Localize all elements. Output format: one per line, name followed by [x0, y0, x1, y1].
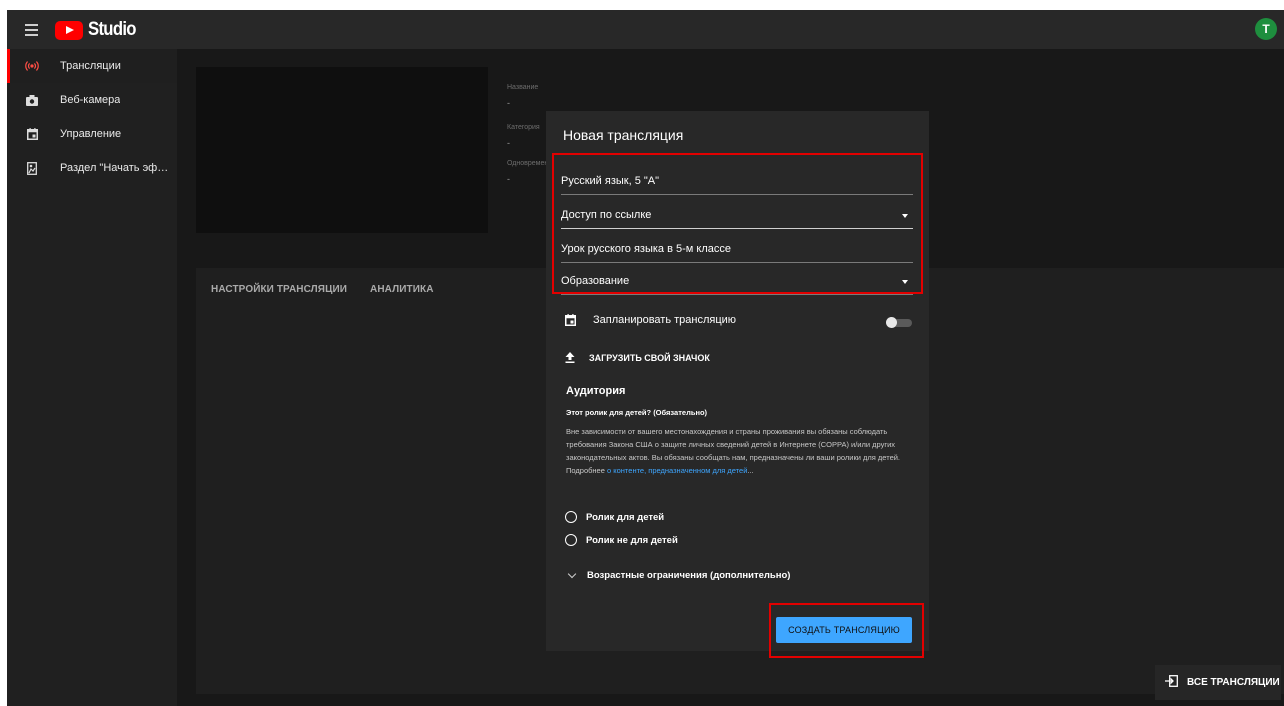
audience-title: Аудитория — [566, 385, 626, 397]
upload-icon — [565, 352, 575, 363]
title-label: Название — [507, 84, 539, 91]
all-streams-label: ВСЕ ТРАНСЛЯЦИИ — [1187, 677, 1280, 688]
youtube-studio-logo[interactable]: Studio — [55, 19, 142, 40]
chevron-down-icon — [567, 569, 577, 579]
sidebar-item-label: Управление — [60, 128, 122, 140]
sidebar-item-start-stream[interactable]: Раздел "Начать эфи... — [7, 151, 177, 185]
schedule-label: Запланировать трансляцию — [593, 314, 737, 326]
category-value: - — [507, 138, 510, 148]
radio-circle-icon — [565, 534, 577, 546]
upload-thumbnail-button[interactable]: ЗАГРУЗИТЬ СВОЙ ЗНАЧОК — [565, 352, 710, 363]
exit-icon — [1165, 675, 1178, 690]
stream-title-value: Русский язык, 5 "А" — [561, 174, 660, 187]
camera-icon — [25, 93, 39, 107]
radio-not-kids-label: Ролик не для детей — [586, 534, 678, 546]
title-value: - — [507, 98, 510, 108]
privacy-select[interactable]: Доступ по ссылке — [561, 201, 913, 229]
category-value: Образование — [561, 274, 630, 287]
tab-stream-settings[interactable]: НАСТРОЙКИ ТРАНСЛЯЦИИ — [211, 284, 347, 295]
sidebar-item-streams[interactable]: Трансляции — [7, 49, 177, 83]
stream-preview — [196, 67, 488, 233]
radio-circle-icon — [565, 511, 577, 523]
hamburger-menu-icon[interactable] — [21, 20, 43, 40]
schedule-row: Запланировать трансляцию — [565, 314, 736, 326]
sidebar-item-manage[interactable]: Управление — [7, 117, 177, 151]
description-field[interactable]: Урок русского языка в 5-м классе — [561, 235, 913, 263]
simulcast-value: - — [507, 174, 510, 184]
age-restrictions-expander[interactable]: Возрастные ограничения (дополнительно) — [567, 569, 791, 581]
create-stream-button[interactable]: СОЗДАТЬ ТРАНСЛЯЦИЮ — [776, 617, 912, 643]
description-value: Урок русского языка в 5-м классе — [561, 242, 731, 255]
radio-kids-label: Ролик для детей — [586, 511, 665, 523]
schedule-toggle[interactable] — [886, 317, 913, 328]
tab-analytics[interactable]: АНАЛИТИКА — [370, 284, 434, 295]
all-streams-button[interactable]: ВСЕ ТРАНСЛЯЦИИ — [1155, 665, 1281, 700]
studio-app: Studio T Трансляции Веб-камера Управлени… — [7, 10, 1284, 706]
dropdown-arrow-icon — [902, 214, 908, 218]
audience-description: Вне зависимости от вашего местонахождени… — [566, 425, 911, 477]
stream-start-icon — [25, 161, 39, 175]
dialog-title: Новая трансляция — [563, 127, 684, 143]
radio-made-for-kids[interactable]: Ролик для детей — [565, 511, 664, 523]
stream-title-field[interactable]: Русский язык, 5 "А" — [561, 167, 913, 195]
new-stream-dialog: Новая трансляция Русский язык, 5 "А" Дос… — [546, 111, 929, 658]
simulcast-label: Одновремен — [507, 160, 549, 167]
sidebar-item-label: Раздел "Начать эфи... — [60, 162, 170, 174]
audience-question: Этот ролик для детей? (Обязательно) — [566, 408, 708, 417]
privacy-value: Доступ по ссылке — [561, 208, 652, 221]
radio-not-for-kids[interactable]: Ролик не для детей — [565, 534, 678, 546]
logo-text: Studio — [88, 19, 136, 40]
avatar[interactable]: T — [1255, 18, 1277, 40]
sidebar-item-label: Трансляции — [60, 60, 121, 72]
youtube-play-icon — [55, 20, 83, 40]
calendar-icon — [565, 314, 576, 326]
sidebar-item-webcam[interactable]: Веб-камера — [7, 83, 177, 117]
top-bar: Studio T — [7, 10, 1284, 49]
category-select[interactable]: Образование — [561, 267, 913, 295]
coppa-link[interactable]: о контенте, предназначенном для детей — [607, 466, 747, 475]
sidebar-item-label: Веб-камера — [60, 94, 121, 106]
live-broadcast-icon — [25, 59, 39, 73]
age-restrictions-label: Возрастные ограничения (дополнительно) — [587, 570, 791, 581]
category-label: Категория — [507, 124, 540, 131]
calendar-icon — [25, 127, 39, 141]
sidebar: Трансляции Веб-камера Управление Раздел … — [7, 49, 177, 706]
upload-thumbnail-label: ЗАГРУЗИТЬ СВОЙ ЗНАЧОК — [589, 352, 710, 363]
dropdown-arrow-icon — [902, 280, 908, 284]
audience-ellipsis: ... — [747, 466, 754, 475]
